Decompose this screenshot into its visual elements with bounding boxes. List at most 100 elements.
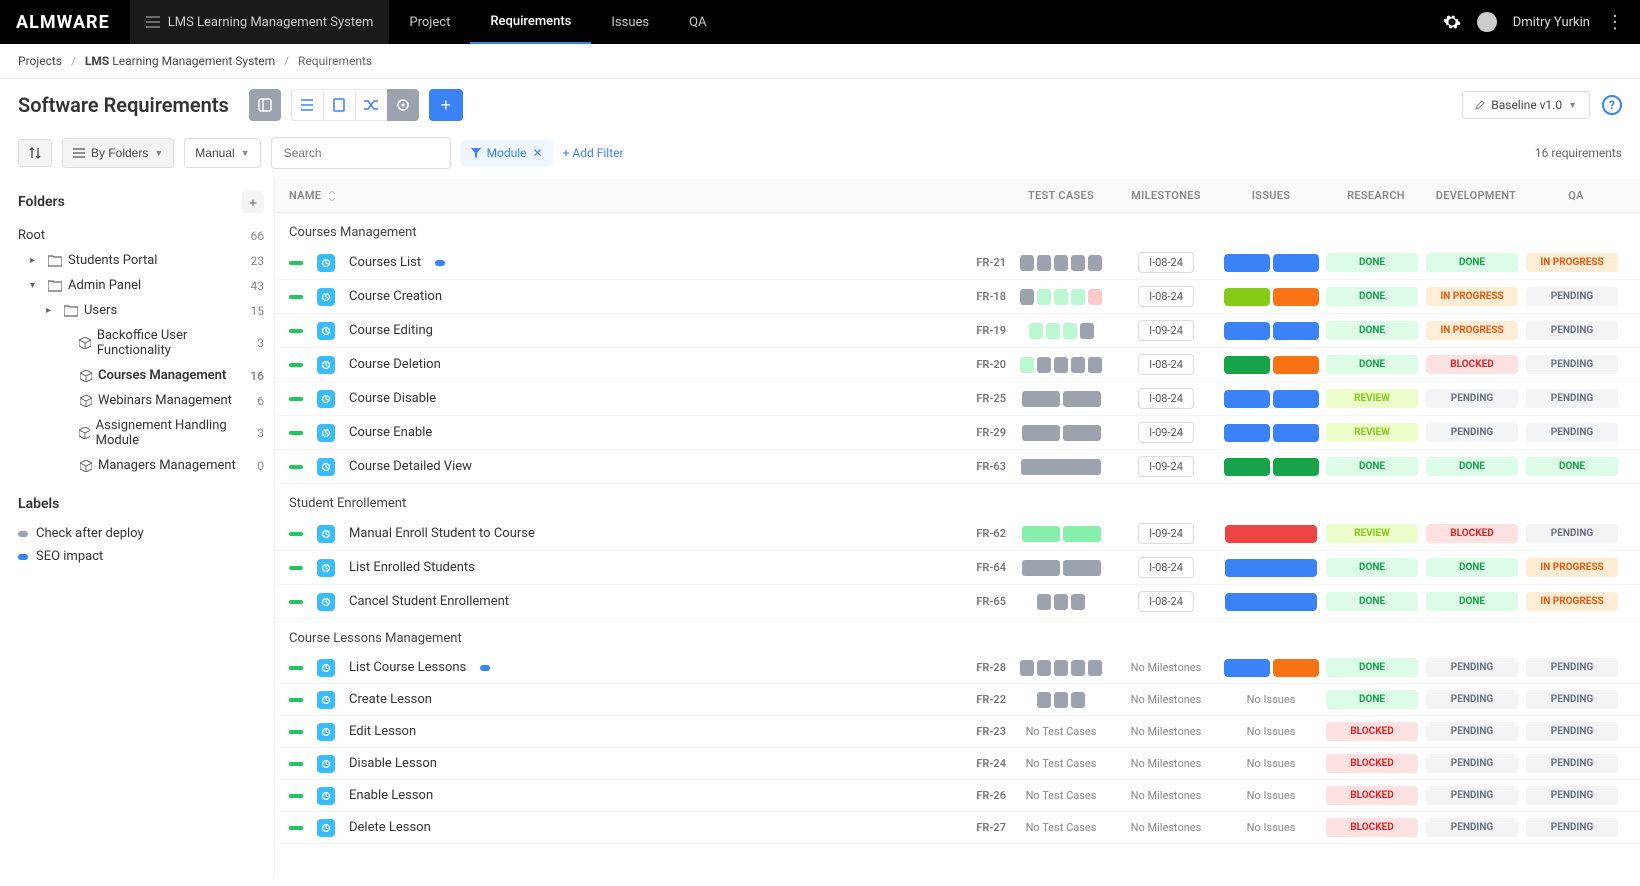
user-name[interactable]: Dmitry Yurkin bbox=[1513, 15, 1590, 30]
milestone-pill[interactable]: I-08-24 bbox=[1138, 388, 1194, 409]
doc-view-button[interactable] bbox=[323, 89, 355, 121]
table-row[interactable]: Delete Lesson FR-27No Test CasesNo Miles… bbox=[275, 812, 1640, 844]
qa-status[interactable]: PENDING bbox=[1526, 423, 1618, 442]
by-folders-dropdown[interactable]: By Folders ▼ bbox=[62, 138, 174, 168]
development-status[interactable]: BLOCKED bbox=[1426, 355, 1518, 374]
breadcrumb-projects[interactable]: Projects bbox=[18, 54, 62, 68]
development-status[interactable]: PENDING bbox=[1426, 389, 1518, 408]
issue-bar[interactable] bbox=[1224, 390, 1270, 408]
issue-bar[interactable] bbox=[1273, 288, 1319, 306]
tab-requirements[interactable]: Requirements bbox=[470, 0, 591, 44]
milestone-pill[interactable]: I-08-24 bbox=[1138, 252, 1194, 273]
research-status[interactable]: DONE bbox=[1326, 658, 1418, 677]
development-status[interactable]: IN PROGRESS bbox=[1426, 321, 1518, 340]
research-status[interactable]: REVIEW bbox=[1326, 524, 1418, 543]
sidebar-item-webinars-management[interactable]: Webinars Management6 bbox=[18, 388, 274, 413]
table-row[interactable]: Create Lesson FR-22No MilestonesNo Issue… bbox=[275, 684, 1640, 716]
issue-bar[interactable] bbox=[1273, 458, 1319, 476]
issue-bar[interactable] bbox=[1273, 356, 1319, 374]
target-button[interactable] bbox=[387, 89, 419, 121]
research-status[interactable]: BLOCKED bbox=[1326, 754, 1418, 773]
breadcrumb-project[interactable]: LMS Learning Management System bbox=[85, 54, 275, 68]
milestone-pill[interactable]: I-08-24 bbox=[1138, 591, 1194, 612]
qa-status[interactable]: PENDING bbox=[1526, 722, 1618, 741]
sidebar-item-admin-panel[interactable]: ▾Admin Panel43 bbox=[18, 273, 274, 298]
col-development[interactable]: DEVELOPMENT bbox=[1426, 189, 1526, 202]
milestone-pill[interactable]: I-09-24 bbox=[1138, 456, 1194, 477]
sidebar-item-students-portal[interactable]: ▸Students Portal23 bbox=[18, 248, 274, 273]
label-item[interactable]: Check after deploy bbox=[18, 522, 274, 545]
research-status[interactable]: DONE bbox=[1326, 558, 1418, 577]
tab-issues[interactable]: Issues bbox=[591, 0, 669, 44]
col-name[interactable]: NAME bbox=[289, 189, 321, 202]
issue-bar[interactable] bbox=[1225, 525, 1317, 543]
add-filter-button[interactable]: + Add Filter bbox=[563, 146, 624, 160]
milestone-pill[interactable]: I-08-24 bbox=[1138, 354, 1194, 375]
issue-bar[interactable] bbox=[1224, 322, 1270, 340]
table-row[interactable]: Course Creation FR-18I-08-24DONEIN PROGR… bbox=[275, 280, 1640, 314]
issue-bar[interactable] bbox=[1273, 424, 1319, 442]
development-status[interactable]: DONE bbox=[1426, 592, 1518, 611]
issue-bar[interactable] bbox=[1224, 458, 1270, 476]
research-status[interactable]: REVIEW bbox=[1326, 389, 1418, 408]
table-row[interactable]: Course Detailed View FR-63I-09-24DONEDON… bbox=[275, 450, 1640, 484]
research-status[interactable]: REVIEW bbox=[1326, 423, 1418, 442]
issue-bar[interactable] bbox=[1225, 593, 1317, 611]
avatar[interactable] bbox=[1477, 12, 1497, 32]
filter-chip-module[interactable]: Module ✕ bbox=[461, 140, 553, 166]
table-row[interactable]: Disable Lesson FR-24No Test CasesNo Mile… bbox=[275, 748, 1640, 780]
qa-status[interactable]: PENDING bbox=[1526, 355, 1618, 374]
development-status[interactable]: PENDING bbox=[1426, 722, 1518, 741]
research-status[interactable]: DONE bbox=[1326, 355, 1418, 374]
list-view-button[interactable] bbox=[291, 89, 323, 121]
research-status[interactable]: BLOCKED bbox=[1326, 786, 1418, 805]
more-menu-icon[interactable]: ⋮ bbox=[1606, 12, 1624, 33]
qa-status[interactable]: PENDING bbox=[1526, 818, 1618, 837]
qa-status[interactable]: PENDING bbox=[1526, 754, 1618, 773]
table-row[interactable]: Enable Lesson FR-26No Test CasesNo Miles… bbox=[275, 780, 1640, 812]
development-status[interactable]: PENDING bbox=[1426, 690, 1518, 709]
development-status[interactable]: PENDING bbox=[1426, 818, 1518, 837]
table-row[interactable]: Course Editing FR-19I-09-24DONEIN PROGRE… bbox=[275, 314, 1640, 348]
development-status[interactable]: PENDING bbox=[1426, 786, 1518, 805]
table-row[interactable]: List Enrolled Students FR-64I-08-24DONED… bbox=[275, 551, 1640, 585]
sort-button[interactable] bbox=[18, 139, 52, 167]
layout-button[interactable] bbox=[249, 89, 281, 121]
milestone-pill[interactable]: I-09-24 bbox=[1138, 523, 1194, 544]
issue-bar[interactable] bbox=[1273, 322, 1319, 340]
development-status[interactable]: DONE bbox=[1426, 253, 1518, 272]
table-row[interactable]: List Course Lessons FR-28No MilestonesDO… bbox=[275, 652, 1640, 684]
qa-status[interactable]: IN PROGRESS bbox=[1526, 592, 1618, 611]
sidebar-item-managers-management[interactable]: Managers Management0 bbox=[18, 453, 274, 478]
issue-bar[interactable] bbox=[1225, 559, 1317, 577]
help-icon[interactable]: ? bbox=[1602, 95, 1622, 115]
issue-bar[interactable] bbox=[1273, 254, 1319, 272]
development-status[interactable]: PENDING bbox=[1426, 423, 1518, 442]
milestone-pill[interactable]: I-09-24 bbox=[1138, 320, 1194, 341]
close-icon[interactable]: ✕ bbox=[533, 146, 543, 160]
research-status[interactable]: DONE bbox=[1326, 287, 1418, 306]
baseline-selector[interactable]: Baseline v1.0 ▼ bbox=[1462, 91, 1590, 119]
col-milestones[interactable]: MILESTONES bbox=[1116, 189, 1216, 202]
qa-status[interactable]: PENDING bbox=[1526, 321, 1618, 340]
development-status[interactable]: DONE bbox=[1426, 558, 1518, 577]
table-row[interactable]: Edit Lesson FR-23No Test CasesNo Milesto… bbox=[275, 716, 1640, 748]
qa-status[interactable]: IN PROGRESS bbox=[1526, 253, 1618, 272]
qa-status[interactable]: PENDING bbox=[1526, 786, 1618, 805]
search-box[interactable] bbox=[271, 137, 451, 169]
gear-icon[interactable] bbox=[1443, 13, 1461, 31]
col-research[interactable]: RESEARCH bbox=[1326, 189, 1426, 202]
development-status[interactable]: PENDING bbox=[1426, 658, 1518, 677]
table-row[interactable]: Manual Enroll Student to Course FR-62I-0… bbox=[275, 517, 1640, 551]
col-issues[interactable]: ISSUES bbox=[1216, 189, 1326, 202]
qa-status[interactable]: PENDING bbox=[1526, 690, 1618, 709]
table-row[interactable]: Course Deletion FR-20I-08-24DONEBLOCKEDP… bbox=[275, 348, 1640, 382]
issue-bar[interactable] bbox=[1224, 424, 1270, 442]
qa-status[interactable]: DONE bbox=[1526, 457, 1618, 476]
add-button[interactable]: + bbox=[429, 89, 463, 121]
search-input[interactable] bbox=[280, 140, 443, 166]
col-qa[interactable]: QA bbox=[1526, 189, 1626, 202]
qa-status[interactable]: PENDING bbox=[1526, 658, 1618, 677]
issue-bar[interactable] bbox=[1273, 390, 1319, 408]
add-folder-button[interactable]: + bbox=[242, 191, 264, 213]
